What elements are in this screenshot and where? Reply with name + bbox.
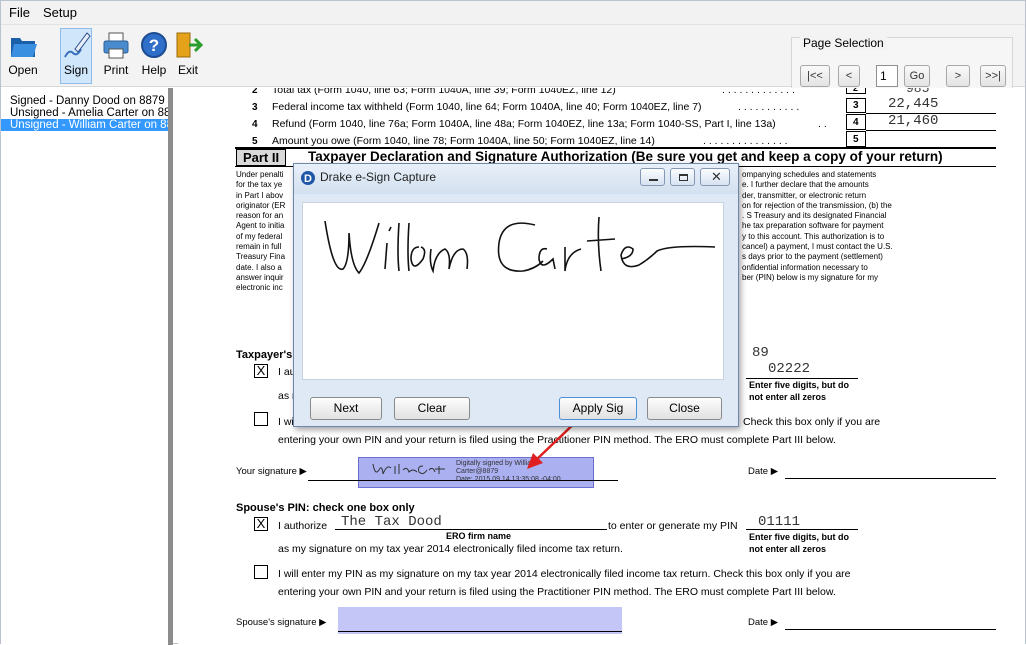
declaration-right: ompanying schedules and statements e. I f… xyxy=(742,170,893,282)
sign-button[interactable]: Sign xyxy=(60,28,92,84)
line-text: Amount you owe (Form 1040, line 78; Form… xyxy=(272,135,655,147)
print-button[interactable]: Print xyxy=(100,29,132,77)
folder-icon xyxy=(8,29,38,61)
list-item[interactable]: Signed - Danny Dood on 8879 xyxy=(1,95,168,107)
spouse-entering-text: entering your own PIN and your return is… xyxy=(278,586,836,598)
spouse-signature-label: Spouse's signature ▶ xyxy=(236,617,327,628)
line-number: 4 xyxy=(252,119,258,130)
line-value: 21,460 xyxy=(888,113,939,129)
line-number: 3 xyxy=(252,102,258,113)
line-number: 5 xyxy=(252,136,258,147)
clear-button[interactable]: Clear xyxy=(394,397,470,420)
ero-firm-label: ERO firm name xyxy=(446,531,512,541)
maximize-button[interactable] xyxy=(670,168,695,186)
svg-text:D: D xyxy=(304,173,312,185)
open-button[interactable]: Open xyxy=(7,29,39,77)
apply-sig-button[interactable]: Apply Sig xyxy=(559,397,637,420)
dot-leader: . . . . . . . . . . . . . . . xyxy=(703,135,788,147)
list-item[interactable]: Unsigned - Amelia Carter on 887 xyxy=(1,107,168,119)
spouse-to-enter-text: to enter or generate my PIN xyxy=(608,520,738,532)
spouse-authorize-checkbox[interactable]: X xyxy=(254,517,268,531)
esign-capture-dialog: D Drake e-Sign Capture ✕ Next Clear Appl… xyxy=(293,163,739,427)
dot-leader: . . xyxy=(818,118,827,130)
print-label: Print xyxy=(103,63,129,77)
part2-label: Part II xyxy=(236,149,286,166)
esign-window: File Setup Open Sign Print ? Help Exit P… xyxy=(0,0,1026,645)
signature-capture-pad[interactable] xyxy=(302,202,724,380)
part2-title: Taxpayer Declaration and Signature Autho… xyxy=(308,149,943,164)
page-selection-panel: Page Selection |<< < 1 Go > >>| xyxy=(791,36,1013,89)
first-page-button[interactable]: |<< xyxy=(800,65,830,87)
exit-button[interactable]: Exit xyxy=(172,29,204,77)
date-label: Date ▶ xyxy=(748,466,779,477)
taxpayer-check-text: Check this box only if you are xyxy=(743,416,881,428)
go-button[interactable]: Go xyxy=(904,65,930,87)
dialog-title: Drake e-Sign Capture xyxy=(320,170,437,184)
declaration-left: Under penalti for the tax ye in Part I abo… xyxy=(236,170,286,293)
sign-label: Sign xyxy=(63,63,89,77)
five-digits-note: Enter five digits, but do xyxy=(749,380,850,390)
captured-signature xyxy=(324,216,716,275)
not-zeros-note: not enter all zeros xyxy=(749,544,827,554)
partial-value: 89 xyxy=(752,345,769,361)
line-text: Refund (Form 1040, line 76a; Form 1040A,… xyxy=(272,118,776,130)
line-value: 22,445 xyxy=(888,96,939,112)
page-selection-title: Page Selection xyxy=(800,36,887,50)
svg-text:?: ? xyxy=(149,36,159,55)
spouse-pin-heading: Spouse's PIN: check one box only xyxy=(236,502,415,514)
drake-logo-icon: D xyxy=(301,171,315,185)
taxpayer-will-text: I wi xyxy=(278,416,294,428)
not-zeros-note: not enter all zeros xyxy=(749,392,827,402)
menu-setup[interactable]: Setup xyxy=(43,5,77,20)
spouse-signature-field[interactable] xyxy=(338,607,622,634)
line-number: 2 xyxy=(252,88,258,96)
exit-label: Exit xyxy=(177,63,198,77)
close-button[interactable]: Close xyxy=(647,397,722,420)
line-box: 5 xyxy=(846,131,866,147)
spouse-authorize-label: I authorize xyxy=(278,520,328,532)
list-item[interactable]: Unsigned - William Carter on 887 xyxy=(1,119,168,131)
open-label: Open xyxy=(8,63,38,77)
prev-page-button[interactable]: < xyxy=(838,65,860,87)
signer-list: Signed - Danny Dood on 8879 Unsigned - A… xyxy=(1,88,173,645)
mini-signature xyxy=(372,463,445,475)
menu-bar: File Setup xyxy=(1,1,1025,25)
line-value: 985 xyxy=(906,88,930,96)
line-box: 2 xyxy=(846,88,866,94)
close-window-button[interactable]: ✕ xyxy=(700,168,730,186)
spouse-will-enter-text: I will enter my PIN as my signature on m… xyxy=(278,568,851,580)
taxpayer-self-pin-checkbox[interactable] xyxy=(254,412,268,426)
taxpayer-pin-heading: Taxpayer's xyxy=(236,349,293,361)
last-page-button[interactable]: >>| xyxy=(980,65,1006,87)
line-box: 4 xyxy=(846,114,866,130)
dot-leader: . . . . . . . . . . . xyxy=(738,101,800,113)
printer-icon xyxy=(101,29,131,61)
next-button[interactable]: Next xyxy=(310,397,382,420)
minimize-button[interactable] xyxy=(640,168,665,186)
spouse-date-label: Date ▶ xyxy=(748,617,779,628)
line-box: 3 xyxy=(846,98,866,113)
line-text: Total tax (Form 1040, line 63; Form 1040… xyxy=(272,88,616,96)
spouse-self-pin-checkbox[interactable] xyxy=(254,565,268,579)
spouse-as-my-text: as my signature on my tax year 2014 elec… xyxy=(278,543,623,555)
five-digits-note: Enter five digits, but do xyxy=(749,532,850,542)
exit-door-icon xyxy=(173,29,204,61)
ero-firm-value: The Tax Dood xyxy=(341,514,442,530)
help-label: Help xyxy=(141,63,167,77)
taxpayer-authorize-checkbox[interactable]: X xyxy=(254,364,268,378)
menu-file[interactable]: File xyxy=(9,5,30,20)
spouse-pin: 01111 xyxy=(758,514,801,530)
toolbar: Open Sign Print ? Help Exit Page Selecti… xyxy=(1,25,1025,89)
line-text: Federal income tax withheld (Form 1040, … xyxy=(272,101,702,113)
help-button[interactable]: ? Help xyxy=(138,29,170,77)
close-x-icon: ✕ xyxy=(711,169,722,184)
page-number-input[interactable]: 1 xyxy=(876,65,898,87)
next-page-button[interactable]: > xyxy=(946,65,970,87)
pen-icon xyxy=(61,29,91,61)
help-icon: ? xyxy=(139,29,169,61)
dot-leader: . . . . . . . . . . . . . xyxy=(722,88,795,96)
your-signature-label: Your signature ▶ xyxy=(236,466,307,477)
taxpayer-pin: 02222 xyxy=(768,361,811,377)
